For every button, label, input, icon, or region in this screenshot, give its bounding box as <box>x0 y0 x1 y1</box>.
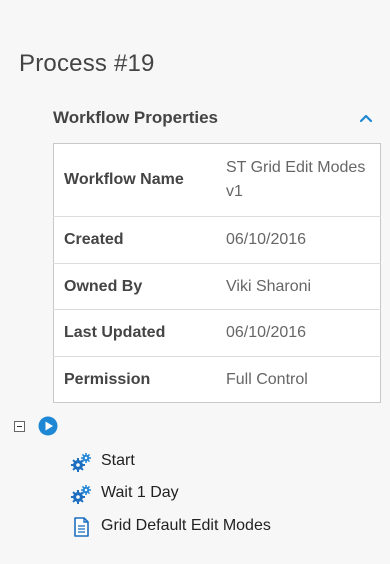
tree-item-label: Grid Default Edit Modes <box>101 517 271 534</box>
property-value: 06/10/2016 <box>224 309 381 357</box>
play-circle-icon[interactable] <box>38 416 58 436</box>
property-key: Created <box>53 216 224 264</box>
table-row: Created 06/10/2016 <box>53 216 381 264</box>
tree-item-label: Wait 1 Day <box>101 484 179 501</box>
table-row: Last Updated 06/10/2016 <box>53 309 381 357</box>
chevron-up-icon[interactable] <box>359 112 373 124</box>
workflow-properties-panel: Process #19 Workflow Properties Workflow… <box>0 0 390 564</box>
tree-item-label: Start <box>101 452 135 469</box>
section-title: Workflow Properties <box>53 108 218 127</box>
property-key: Last Updated <box>53 309 224 357</box>
table-row: Permission Full Control <box>54 357 381 403</box>
property-value: ST Grid Edit Modes v1 <box>224 143 381 217</box>
property-value: Full Control <box>226 370 308 388</box>
table-row: Workflow Name ST Grid Edit Modes v1 <box>53 143 381 217</box>
properties-table: Workflow Name ST Grid Edit Modes v1 Crea… <box>53 143 381 403</box>
gears-icon <box>71 453 91 472</box>
property-key: Workflow Name <box>53 143 224 217</box>
property-value: 06/10/2016 <box>224 216 381 264</box>
page-title: Process #19 <box>19 50 155 77</box>
property-value: Viki Sharoni <box>224 263 381 310</box>
gears-icon <box>71 485 91 504</box>
document-icon <box>74 517 89 537</box>
property-key: Owned By <box>53 263 224 310</box>
property-key: Permission <box>64 370 151 388</box>
collapse-box-icon[interactable] <box>14 421 25 432</box>
workflow-properties-header[interactable]: Workflow Properties <box>53 108 379 132</box>
tree-root <box>14 416 74 436</box>
table-row: Owned By Viki Sharoni <box>53 263 381 310</box>
